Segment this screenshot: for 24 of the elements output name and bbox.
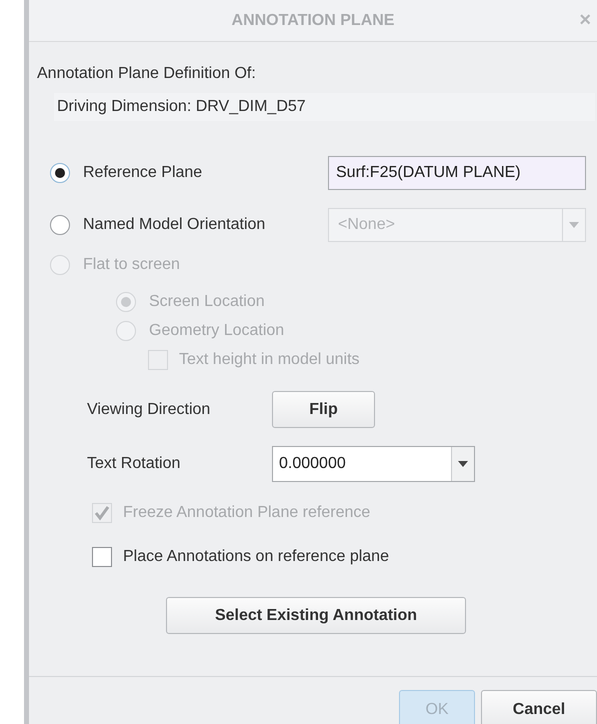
radio-label: Reference Plane (83, 163, 204, 183)
text-rotation-label: Text Rotation (87, 454, 182, 474)
rotation-field[interactable]: 0.000000 (272, 446, 475, 482)
caret-icon (458, 461, 468, 467)
radio-button[interactable] (50, 163, 70, 183)
definition-value: Driving Dimension: DRV_DIM_D57 (54, 93, 595, 121)
checkbox-label: Text height in model units (179, 350, 360, 370)
radio-button[interactable] (50, 215, 70, 235)
reference-field[interactable]: Surf:F25(DATUM PLANE) (328, 156, 586, 190)
radio-label: Flat to screen (83, 255, 181, 275)
select-annotation-button[interactable]: Select Existing Annotation (166, 597, 466, 634)
window-title: ANNOTATION PLANE (232, 10, 394, 30)
checkbox-label: Place Annotations on reference plane (123, 547, 389, 567)
flip-button[interactable]: Flip (272, 391, 375, 428)
radio-label: Geometry Location (149, 321, 284, 341)
caret-icon (569, 222, 579, 228)
check-icon (94, 506, 110, 520)
dialog-button[interactable]: Cancel (481, 690, 597, 724)
radio-label: Named Model Orientation (83, 215, 266, 235)
viewing-direction-label: Viewing Direction (87, 400, 212, 420)
radio-label: Screen Location (149, 292, 265, 312)
checkbox[interactable] (92, 547, 112, 567)
checkbox-label: Freeze Annotation Plane reference (123, 503, 370, 523)
definition-label: Annotation Plane Definition Of: (37, 65, 256, 82)
